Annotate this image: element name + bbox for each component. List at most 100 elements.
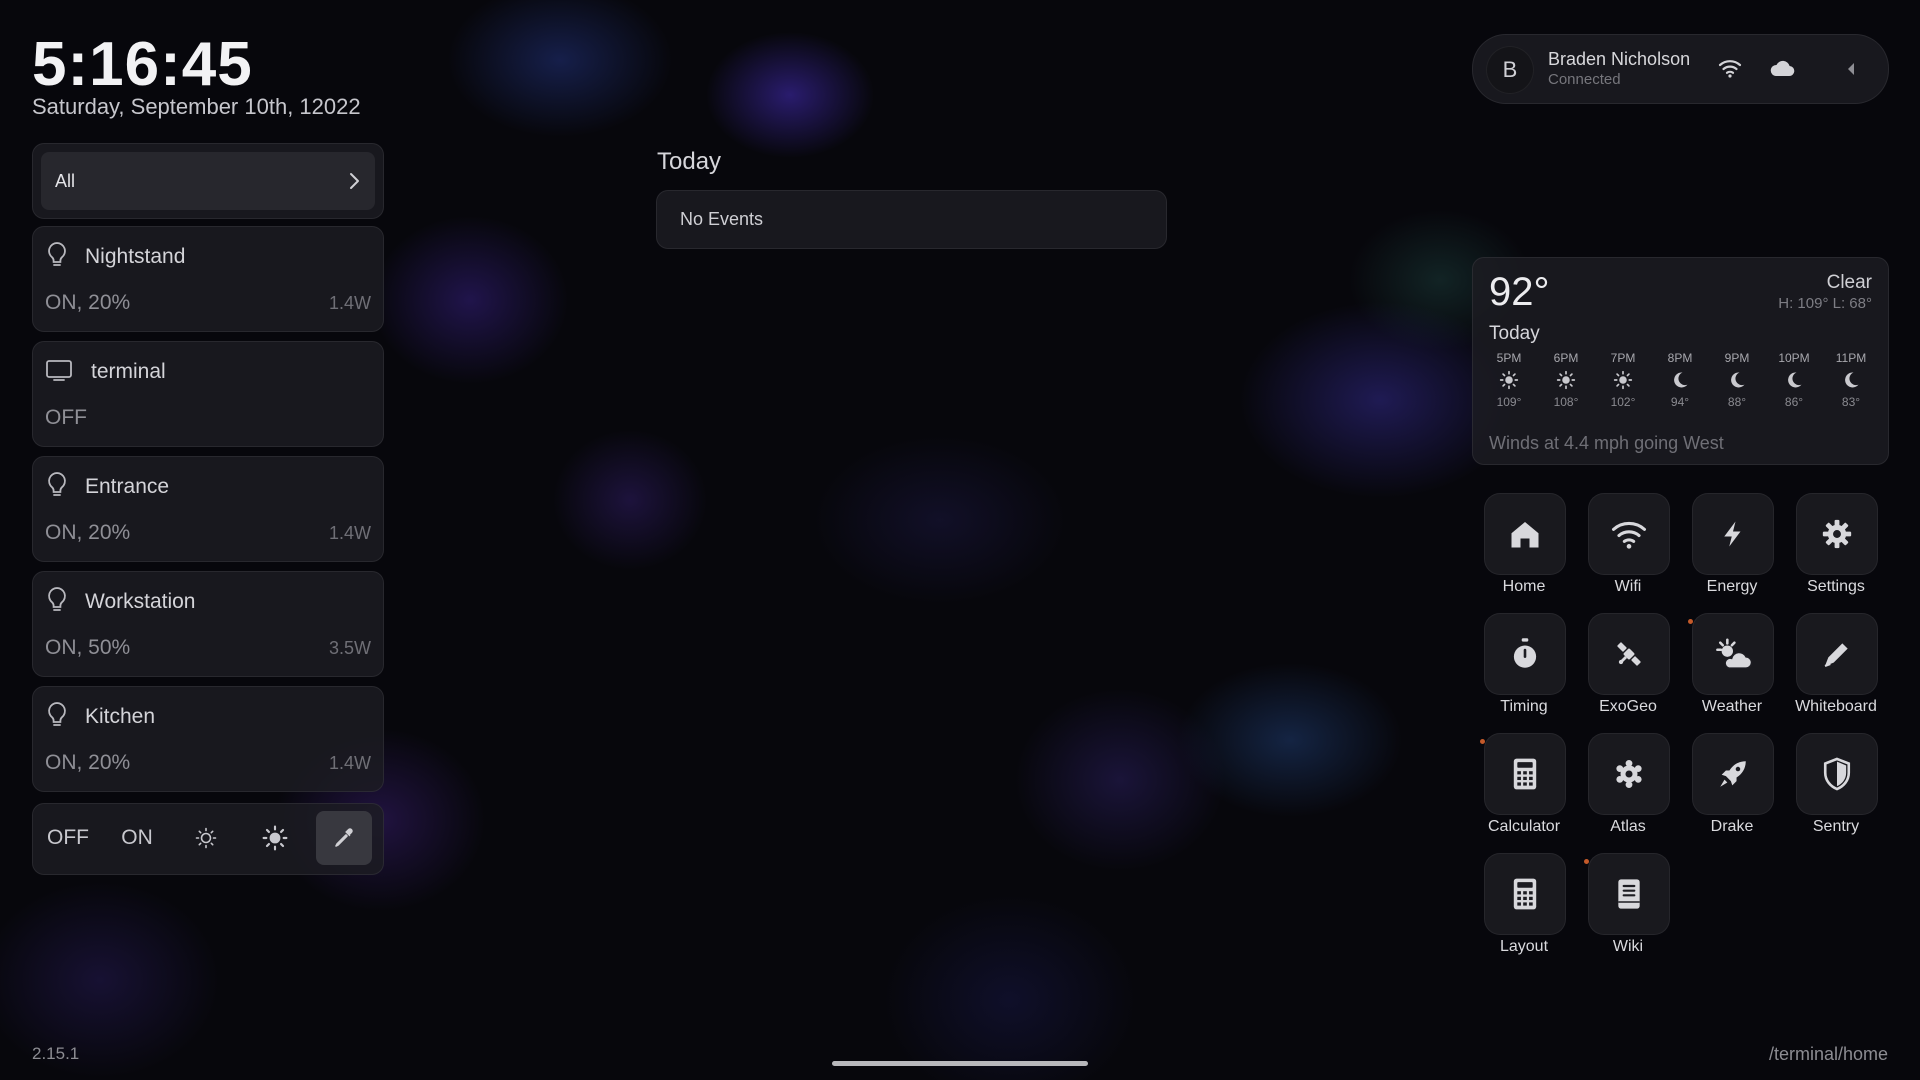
weather-condition: Clear	[1826, 272, 1872, 293]
brightness-up-button[interactable]	[247, 811, 303, 865]
app-timing[interactable]: Timing	[1472, 610, 1576, 720]
device-name: terminal	[91, 360, 166, 383]
forecast-temp: 83°	[1841, 395, 1861, 409]
sun-cloud-icon	[1713, 637, 1753, 671]
gear-icon	[1820, 517, 1854, 551]
device-card-workstation[interactable]: Workstation ON, 50% 3.5W	[32, 571, 384, 677]
app-label: Home	[1502, 578, 1546, 595]
app-label: Settings	[1807, 578, 1865, 595]
wind-info: Winds at 4.4 mph going West	[1489, 433, 1724, 453]
current-path: /terminal/home	[1768, 1044, 1888, 1064]
lightbulb-icon	[45, 471, 69, 499]
app-version: 2.15.1	[32, 1044, 80, 1063]
all-off-button[interactable]: OFF	[40, 811, 96, 865]
color-picker-button[interactable]	[316, 811, 372, 865]
forecast-temp: 102°	[1610, 395, 1636, 409]
collapse-arrow-icon[interactable]	[1846, 62, 1856, 76]
sun-icon	[1499, 370, 1519, 390]
device-card-kitchen[interactable]: Kitchen ON, 20% 1.4W	[32, 686, 384, 792]
device-state: ON, 20%	[45, 291, 131, 314]
app-tile[interactable]	[1588, 493, 1670, 575]
app-label: Calculator	[1487, 818, 1561, 835]
device-card-nightstand[interactable]: Nightstand ON, 20% 1.4W	[32, 226, 384, 332]
current-temperature: 92°	[1489, 270, 1550, 314]
bright-sun-icon	[262, 825, 288, 851]
connection-status: Connected	[1548, 71, 1621, 88]
bolt-icon	[1718, 517, 1748, 551]
chevron-right-icon	[347, 171, 361, 191]
brightness-down-button[interactable]	[178, 811, 234, 865]
app-label: ExoGeo	[1599, 698, 1657, 715]
device-power: 1.4W	[328, 753, 371, 773]
app-label: Atlas	[1610, 818, 1646, 835]
app-wiki[interactable]: Wiki	[1576, 850, 1680, 960]
satellite-icon	[1612, 637, 1646, 671]
app-label: Wifi	[1614, 578, 1642, 595]
sun-icon	[1556, 370, 1576, 390]
all-on-button[interactable]: ON	[109, 811, 165, 865]
app-tile[interactable]	[1484, 853, 1566, 935]
forecast-hour: 7PM 102°	[1603, 351, 1643, 409]
app-wifi[interactable]: Wifi	[1576, 490, 1680, 600]
device-state: ON, 50%	[45, 636, 131, 659]
device-state: ON, 20%	[45, 521, 131, 544]
moon-icon	[1727, 370, 1747, 390]
device-card-terminal[interactable]: terminal OFF	[32, 341, 384, 447]
high-low: H: 109° L: 68°	[1778, 295, 1872, 312]
app-layout[interactable]: Layout	[1472, 850, 1576, 960]
app-tile[interactable]	[1796, 733, 1878, 815]
home-indicator[interactable]	[832, 1061, 1088, 1066]
app-tile[interactable]	[1484, 493, 1566, 575]
device-state: ON, 20%	[45, 751, 131, 774]
hourly-forecast: 5PM 109° 6PM 108° 7PM 102° 8PM 94° 9PM 8…	[1489, 351, 1872, 421]
weather-widget: 92° Clear H: 109° L: 68° Today 5PM 109° …	[1472, 257, 1889, 465]
forecast-hour: 11PM 83°	[1831, 351, 1871, 409]
device-card-entrance[interactable]: Entrance ON, 20% 1.4W	[32, 456, 384, 562]
app-tile[interactable]	[1692, 613, 1774, 695]
app-label: Wiki	[1612, 938, 1644, 955]
clock-date: Saturday, September 10th, 12022	[32, 94, 361, 119]
app-home[interactable]: Home	[1472, 490, 1576, 600]
wifi-icon	[1610, 517, 1648, 551]
device-name: Nightstand	[85, 245, 186, 268]
forecast-temp: 88°	[1727, 395, 1747, 409]
calendar-title: Today	[657, 148, 722, 175]
app-label: Timing	[1500, 698, 1548, 715]
forecast-temp: 108°	[1553, 395, 1579, 409]
avatar[interactable]: B	[1486, 46, 1534, 94]
app-tile[interactable]	[1588, 853, 1670, 935]
house-icon	[1507, 516, 1543, 552]
app-tile[interactable]	[1484, 613, 1566, 695]
app-whiteboard[interactable]: Whiteboard	[1784, 610, 1888, 720]
filter-label: All	[55, 170, 76, 191]
device-filter: All	[32, 143, 384, 219]
profile-name: Braden Nicholson	[1548, 49, 1691, 69]
app-settings[interactable]: Settings	[1784, 490, 1888, 600]
app-exogeo[interactable]: ExoGeo	[1576, 610, 1680, 720]
app-tile[interactable]	[1692, 733, 1774, 815]
app-drake[interactable]: Drake	[1680, 730, 1784, 840]
app-atlas[interactable]: Atlas	[1576, 730, 1680, 840]
moon-icon	[1784, 370, 1804, 390]
profile-bar[interactable]: B Braden Nicholson Connected	[1472, 34, 1889, 104]
forecast-temp: 109°	[1496, 395, 1522, 409]
pen-icon	[1821, 638, 1853, 670]
app-calculator[interactable]: Calculator	[1472, 730, 1576, 840]
app-tile[interactable]	[1588, 613, 1670, 695]
app-tile[interactable]	[1484, 733, 1566, 815]
app-label: Layout	[1499, 938, 1549, 955]
forecast-hour: 5PM 109°	[1489, 351, 1529, 409]
filter-select[interactable]: All	[41, 152, 375, 210]
clock-time: 5:16:45	[32, 30, 253, 99]
forecast-time: 5PM	[1496, 351, 1522, 365]
forecast-time: 9PM	[1724, 351, 1750, 365]
app-energy[interactable]: Energy	[1680, 490, 1784, 600]
app-sentry[interactable]: Sentry	[1784, 730, 1888, 840]
app-weather[interactable]: Weather	[1680, 610, 1784, 720]
app-tile[interactable]	[1692, 493, 1774, 575]
app-tile[interactable]	[1796, 493, 1878, 575]
app-tile[interactable]	[1796, 613, 1878, 695]
app-tile[interactable]	[1588, 733, 1670, 815]
forecast-hour: 8PM 94°	[1660, 351, 1700, 409]
app-label: Sentry	[1812, 818, 1860, 835]
